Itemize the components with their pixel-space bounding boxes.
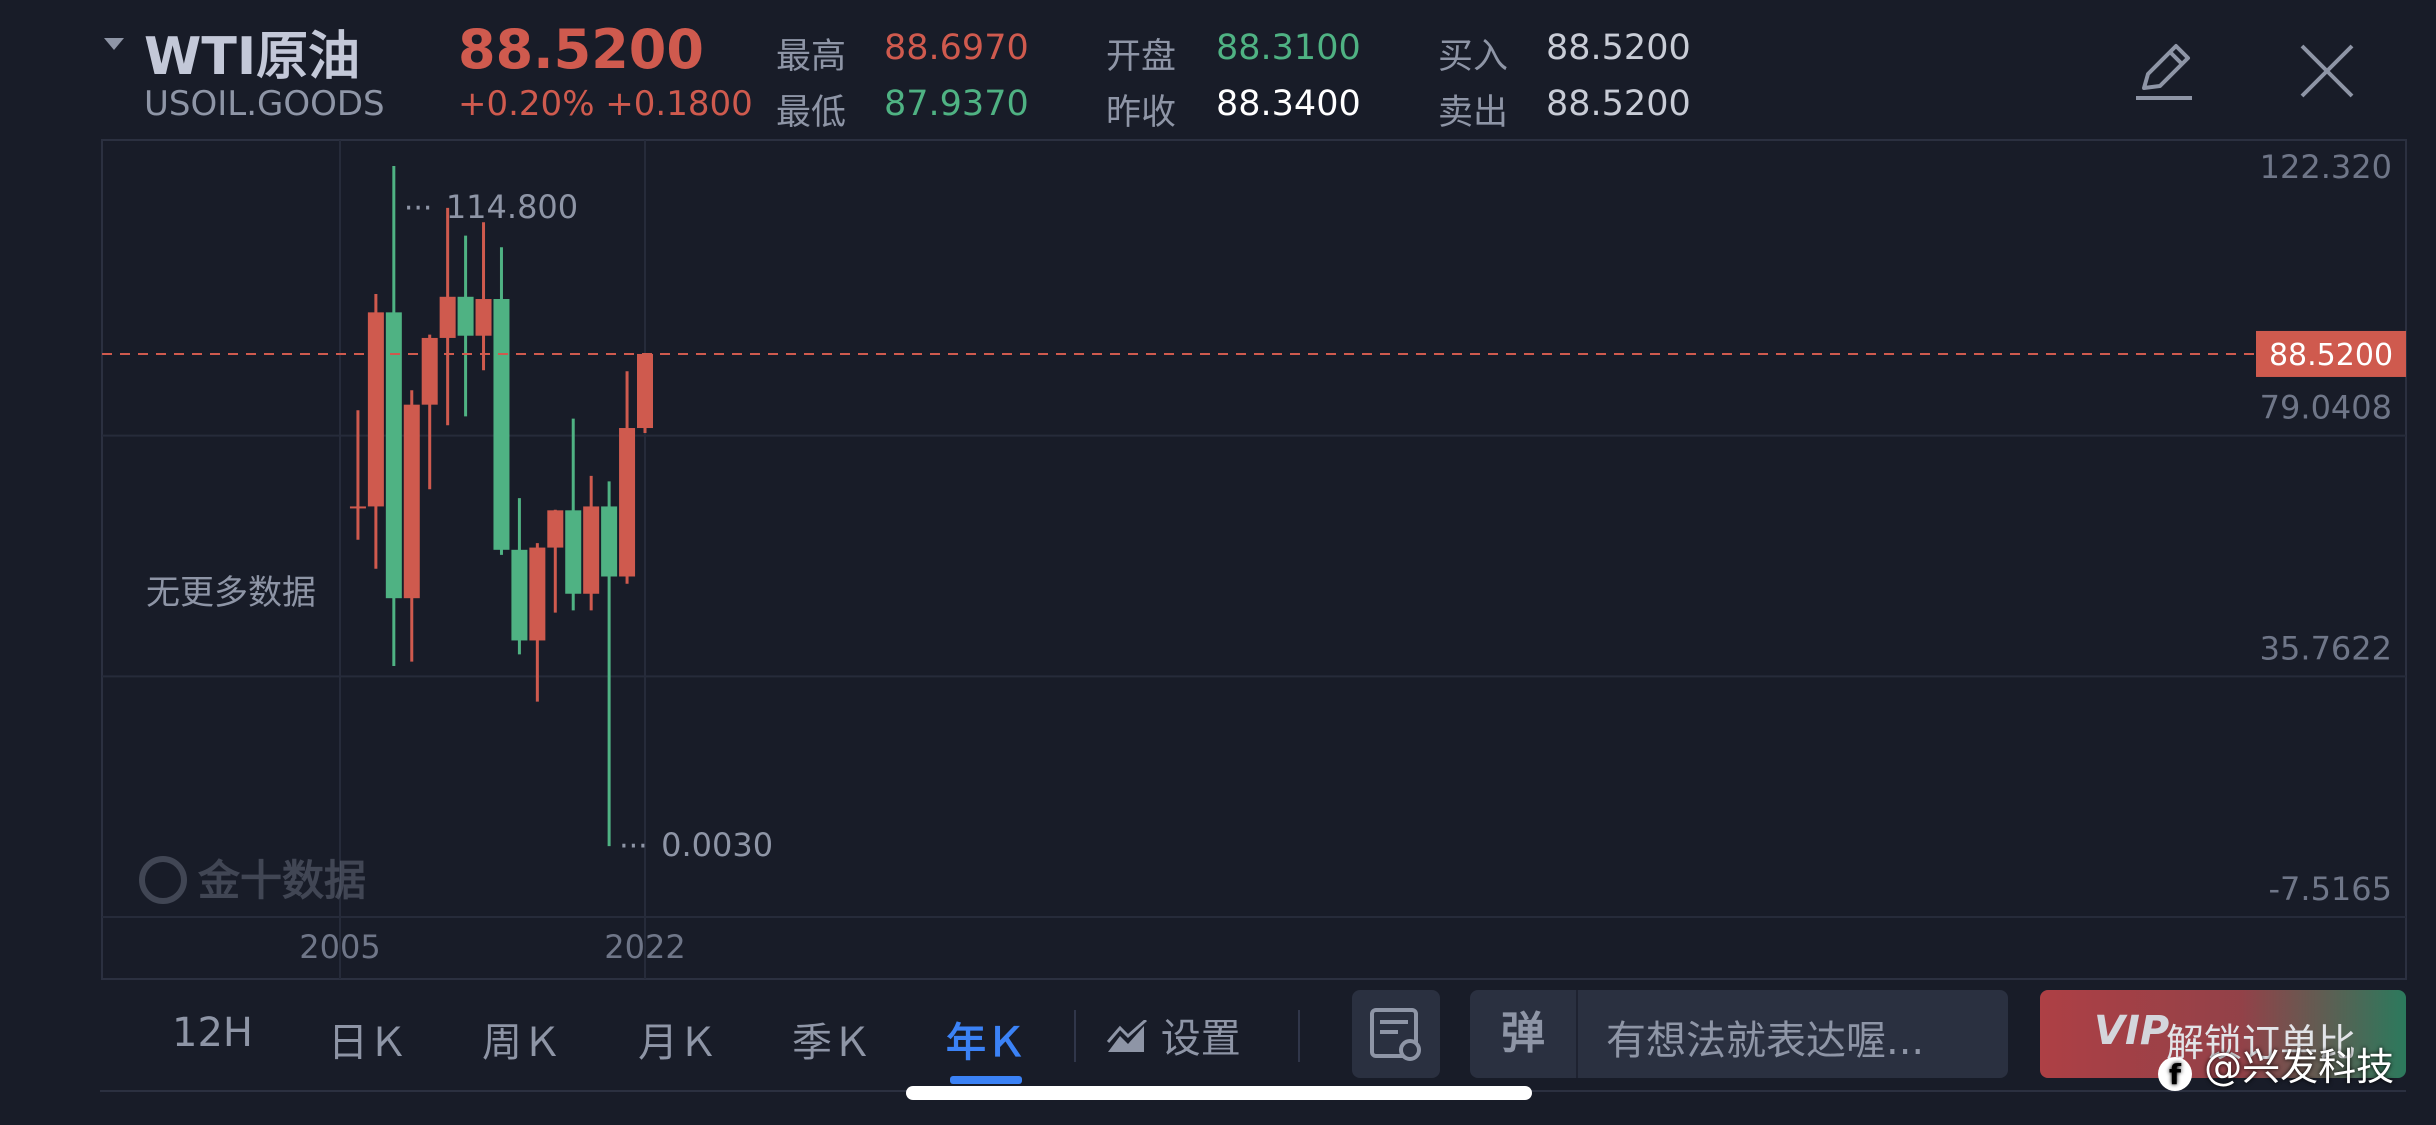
x-tick-label: 2005 (299, 928, 380, 966)
source-watermark-text: @兴发科技 (2204, 1045, 2395, 1089)
tab-separator (1074, 1010, 1076, 1062)
facebook-logo-icon: f (2158, 1057, 2192, 1091)
tab-year-k[interactable]: 年Ｋ (946, 1010, 1026, 1068)
candle-body (367, 312, 384, 507)
home-indicator[interactable] (906, 1086, 1532, 1100)
bar-separator (1298, 1010, 1300, 1062)
jin10-watermark: 金十数据 (139, 856, 366, 905)
candle-body (439, 296, 456, 338)
chart-settings-icon (1106, 1018, 1147, 1052)
candle-body (511, 549, 528, 641)
y-tick-label: 79.0408 (2260, 389, 2392, 427)
active-tab-indicator (950, 1076, 1022, 1084)
max-marker: ··· 114.800 (404, 188, 578, 226)
y-tick-label: -7.5165 (2268, 870, 2392, 908)
candle-body (637, 353, 653, 429)
candle-body (493, 299, 510, 550)
candle-body (619, 428, 636, 577)
current-price-tag-text: 88.5200 (2269, 338, 2393, 373)
no-more-data-label: 无更多数据 (146, 573, 316, 613)
settings-button[interactable]: 设置 (1106, 1006, 1241, 1064)
tab-day-k[interactable]: 日Ｋ (328, 1010, 408, 1068)
candle-body (529, 547, 546, 641)
grid-lines-horizontal (102, 434, 2406, 918)
tab-month-k[interactable]: 月Ｋ (638, 1010, 718, 1068)
candle-body (385, 312, 402, 599)
candle-body (547, 510, 564, 548)
candle-body (421, 337, 438, 405)
tab-12h[interactable]: 12H (172, 1010, 253, 1056)
document-gear-icon (1370, 1008, 1421, 1061)
candle-body (475, 299, 492, 336)
source-watermark: f @兴发科技 (2158, 1036, 2394, 1091)
y-tick-label: 122.320 (2260, 148, 2392, 186)
candlestick-chart[interactable]: 122.320 79.0408 35.7622 -7.5165 2005 2022 88… (0, 0, 2436, 1000)
min-marker-label: 0.0030 (661, 826, 773, 864)
watermark-logo-icon (139, 856, 187, 904)
grid-lines-vertical (339, 140, 646, 979)
document-settings-button[interactable] (1352, 990, 1440, 1078)
comment-input[interactable]: 有想法就表达喔... (1606, 1008, 1924, 1066)
tab-week-k[interactable]: 周Ｋ (482, 1010, 562, 1068)
tab-season-k[interactable]: 季Ｋ (792, 1010, 872, 1068)
candles (349, 166, 653, 847)
max-marker-label: 114.800 (446, 188, 578, 226)
y-axis-ticks: 122.320 79.0408 35.7622 -7.5165 (2260, 148, 2392, 908)
min-marker-dots: ··· (619, 829, 648, 864)
settings-label: 设置 (1160, 1016, 1241, 1062)
candle-body (457, 296, 474, 336)
x-axis-ticks: 2005 2022 (299, 928, 685, 966)
candle-body (601, 506, 618, 577)
candle-body (349, 506, 366, 509)
danmaku-logo-icon[interactable]: 弹 (1470, 990, 1578, 1078)
candle-body (583, 506, 600, 594)
watermark-text: 金十数据 (197, 856, 366, 905)
candle-body (403, 404, 420, 599)
min-marker: ··· 0.0030 (619, 826, 773, 864)
x-tick-label: 2022 (604, 928, 685, 966)
max-marker-dots: ··· (404, 191, 433, 226)
danmaku-logo-text: 弹 (1501, 1008, 1545, 1059)
y-tick-label: 35.7622 (2260, 629, 2392, 667)
candle-body (565, 510, 582, 594)
